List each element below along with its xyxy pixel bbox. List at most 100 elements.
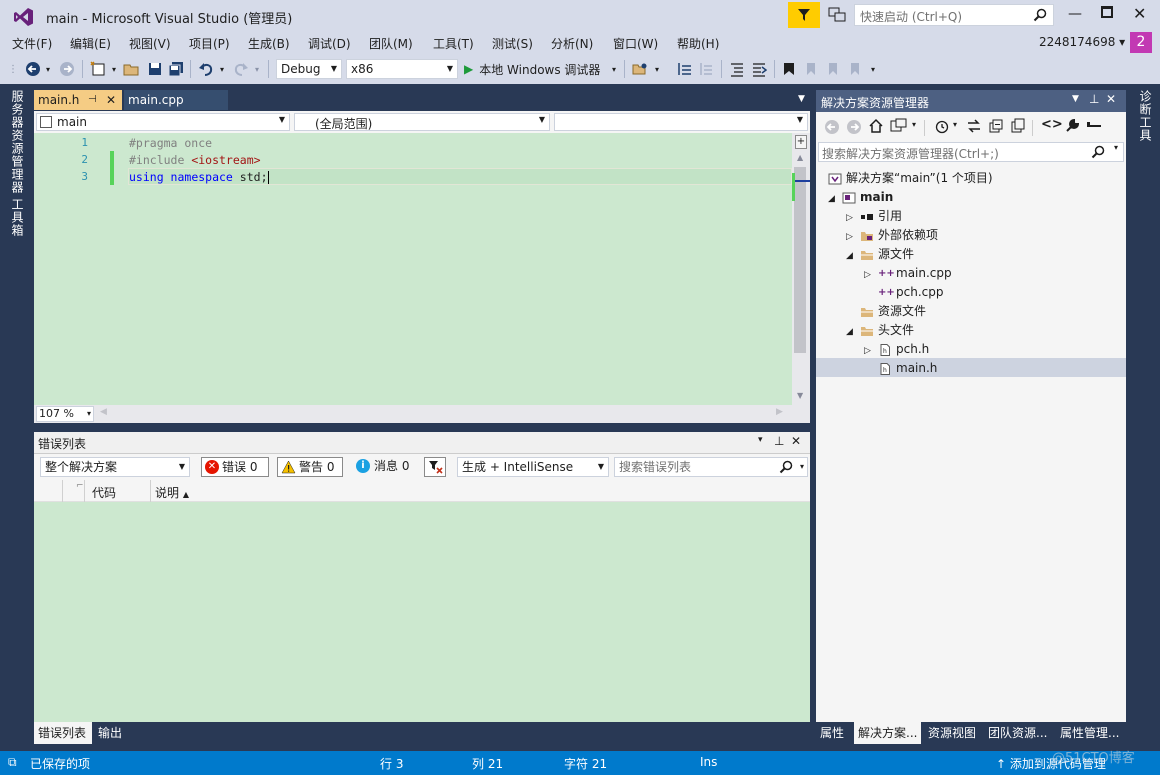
undo-dropdown[interactable]: ▾: [217, 59, 227, 79]
status-insert-mode[interactable]: Ins: [700, 755, 717, 769]
user-account[interactable]: 2248174698 ▾: [1039, 35, 1125, 49]
close-tab-icon[interactable]: ✕: [106, 90, 116, 110]
menu-build[interactable]: 生成(B): [248, 35, 290, 52]
switch-views-icon[interactable]: [890, 118, 908, 134]
messages-filter-button[interactable]: i 消息 0: [352, 457, 416, 477]
uncomment-button[interactable]: [750, 59, 768, 79]
pending-changes-dropdown[interactable]: ▾: [953, 120, 957, 129]
search-options-dropdown[interactable]: ▾: [1114, 143, 1118, 152]
clear-bookmarks-button[interactable]: [846, 59, 864, 79]
save-all-button[interactable]: [167, 59, 185, 79]
diagnostics-tab[interactable]: 诊断工具: [1137, 90, 1154, 142]
scroll-left-arrow[interactable]: ◀: [100, 407, 107, 417]
pin-icon[interactable]: ⊥: [1089, 92, 1099, 106]
maximize-button[interactable]: [1101, 6, 1113, 18]
new-item-dropdown[interactable]: ▾: [109, 59, 119, 79]
zoom-dropdown[interactable]: 107 % ▾: [36, 406, 94, 422]
next-bookmark-button[interactable]: [824, 59, 842, 79]
toolbar-overflow-button[interactable]: ▾: [868, 59, 878, 79]
pin-icon[interactable]: ⊣: [88, 90, 97, 110]
back-dropdown[interactable]: ▾: [43, 59, 53, 79]
sync-icon[interactable]: [966, 118, 982, 134]
menu-edit[interactable]: 编辑(E): [70, 35, 111, 52]
errors-filter-button[interactable]: ✕ 错误 0: [201, 457, 269, 477]
tab-overflow-dropdown[interactable]: ▼: [798, 94, 805, 104]
notification-badge[interactable]: 2: [1130, 32, 1152, 53]
search-options-dropdown[interactable]: ▾: [800, 458, 804, 476]
tree-node-main-h[interactable]: h main.h: [864, 359, 937, 378]
scroll-up-arrow[interactable]: ▲: [797, 153, 803, 162]
pending-changes-icon[interactable]: [934, 118, 950, 134]
save-button[interactable]: [146, 59, 164, 79]
switch-views-dropdown[interactable]: ▾: [912, 120, 916, 129]
expanded-chevron-icon[interactable]: ◢: [828, 190, 842, 209]
scroll-down-arrow[interactable]: ▼: [797, 391, 803, 400]
toggle-breakpoints-button[interactable]: [697, 59, 715, 79]
filter-errors-button[interactable]: [424, 457, 446, 477]
solution-search-input[interactable]: 搜索解决方案资源管理器(Ctrl+;) ▾: [818, 142, 1124, 162]
tab-error-list[interactable]: 错误列表: [34, 722, 92, 744]
tab-main-cpp[interactable]: main.cpp: [124, 90, 228, 110]
notifications-filter-button[interactable]: [788, 2, 820, 28]
browse-dropdown[interactable]: ▾: [652, 59, 662, 79]
scroll-thumb[interactable]: [794, 167, 806, 353]
forward-arrow-icon[interactable]: [846, 119, 862, 135]
comment-out-button[interactable]: [728, 59, 746, 79]
close-panel-icon[interactable]: ✕: [1106, 92, 1116, 106]
menu-analyze[interactable]: 分析(N): [551, 35, 593, 52]
toolbar-grip[interactable]: ⋮: [8, 59, 18, 79]
build-filter-select[interactable]: 生成 + IntelliSense ▼: [457, 457, 609, 477]
quick-launch-input[interactable]: 快速启动 (Ctrl+Q): [854, 4, 1054, 26]
column-chooser-icon[interactable]: ⌐: [76, 481, 84, 491]
home-icon[interactable]: [868, 118, 884, 134]
code-line[interactable]: using namespace std;: [129, 170, 269, 184]
solution-config-select[interactable]: Debug ▼: [276, 59, 342, 79]
view-code-icon[interactable]: <>: [1041, 117, 1063, 132]
scroll-right-arrow[interactable]: ▶: [776, 407, 783, 417]
tree-node-source-files[interactable]: ◢ 源文件: [846, 245, 914, 264]
window-position-dropdown[interactable]: ▼: [1072, 94, 1079, 104]
tree-node-references[interactable]: ▷ 引用: [846, 207, 902, 226]
close-window-button[interactable]: ✕: [1133, 4, 1146, 23]
tab-resource-view[interactable]: 资源视图: [924, 722, 980, 744]
tab-properties[interactable]: 属性: [816, 722, 848, 744]
column-code[interactable]: 代码: [92, 484, 116, 501]
menu-file[interactable]: 文件(F): [12, 35, 52, 52]
menu-help[interactable]: 帮助(H): [677, 35, 719, 52]
step-into-button[interactable]: [676, 59, 694, 79]
scope-dropdown[interactable]: (全局范围) ▼: [294, 113, 550, 131]
start-debugging-button[interactable]: ▶ 本地 Windows 调试器: [464, 59, 614, 79]
tree-node-solution[interactable]: 解决方案“main”(1 个项目): [828, 169, 993, 188]
redo-dropdown[interactable]: ▾: [252, 59, 262, 79]
browse-button[interactable]: [630, 59, 650, 79]
tree-node-pch-cpp[interactable]: ++pch.cpp: [864, 283, 943, 302]
pin-icon[interactable]: ⊥: [774, 434, 784, 448]
tab-output[interactable]: 输出: [94, 722, 126, 744]
code-line[interactable]: #pragma once: [129, 136, 212, 150]
menu-project[interactable]: 项目(P): [189, 35, 230, 52]
tab-main-h[interactable]: main.h ⊣ ✕: [34, 90, 122, 110]
code-editor[interactable]: 1 2 3 #pragma once #include <iostream> u…: [34, 133, 792, 405]
close-panel-icon[interactable]: ✕: [791, 434, 801, 448]
open-file-button[interactable]: [122, 59, 142, 79]
tree-node-pch-h[interactable]: ▷ h pch.h: [864, 340, 929, 359]
debug-target-dropdown[interactable]: ▾: [609, 59, 619, 79]
server-explorer-tab[interactable]: 服务器资源管理器: [9, 90, 26, 194]
prev-bookmark-button[interactable]: [802, 59, 820, 79]
navigate-forward-button[interactable]: [58, 59, 76, 79]
navigate-back-button[interactable]: [24, 59, 42, 79]
menu-window[interactable]: 窗口(W): [613, 35, 658, 52]
menu-test[interactable]: 测试(S): [492, 35, 533, 52]
tree-node-resource-files[interactable]: 资源文件: [846, 302, 926, 321]
menu-debug[interactable]: 调试(D): [308, 35, 351, 52]
new-project-button[interactable]: [88, 59, 108, 79]
minimize-button[interactable]: —: [1068, 6, 1082, 22]
project-dropdown[interactable]: main ▼: [36, 113, 290, 131]
warnings-filter-button[interactable]: 警告 0: [277, 457, 343, 477]
tree-node-project[interactable]: ◢ main: [828, 188, 893, 207]
expanded-chevron-icon[interactable]: ◢: [846, 323, 860, 342]
back-arrow-icon[interactable]: [824, 119, 840, 135]
tree-node-external-deps[interactable]: ▷ 外部依赖项: [846, 226, 938, 245]
menu-tools[interactable]: 工具(T): [433, 35, 474, 52]
editor-vertical-scrollbar[interactable]: + ▲ ▼: [792, 133, 810, 405]
